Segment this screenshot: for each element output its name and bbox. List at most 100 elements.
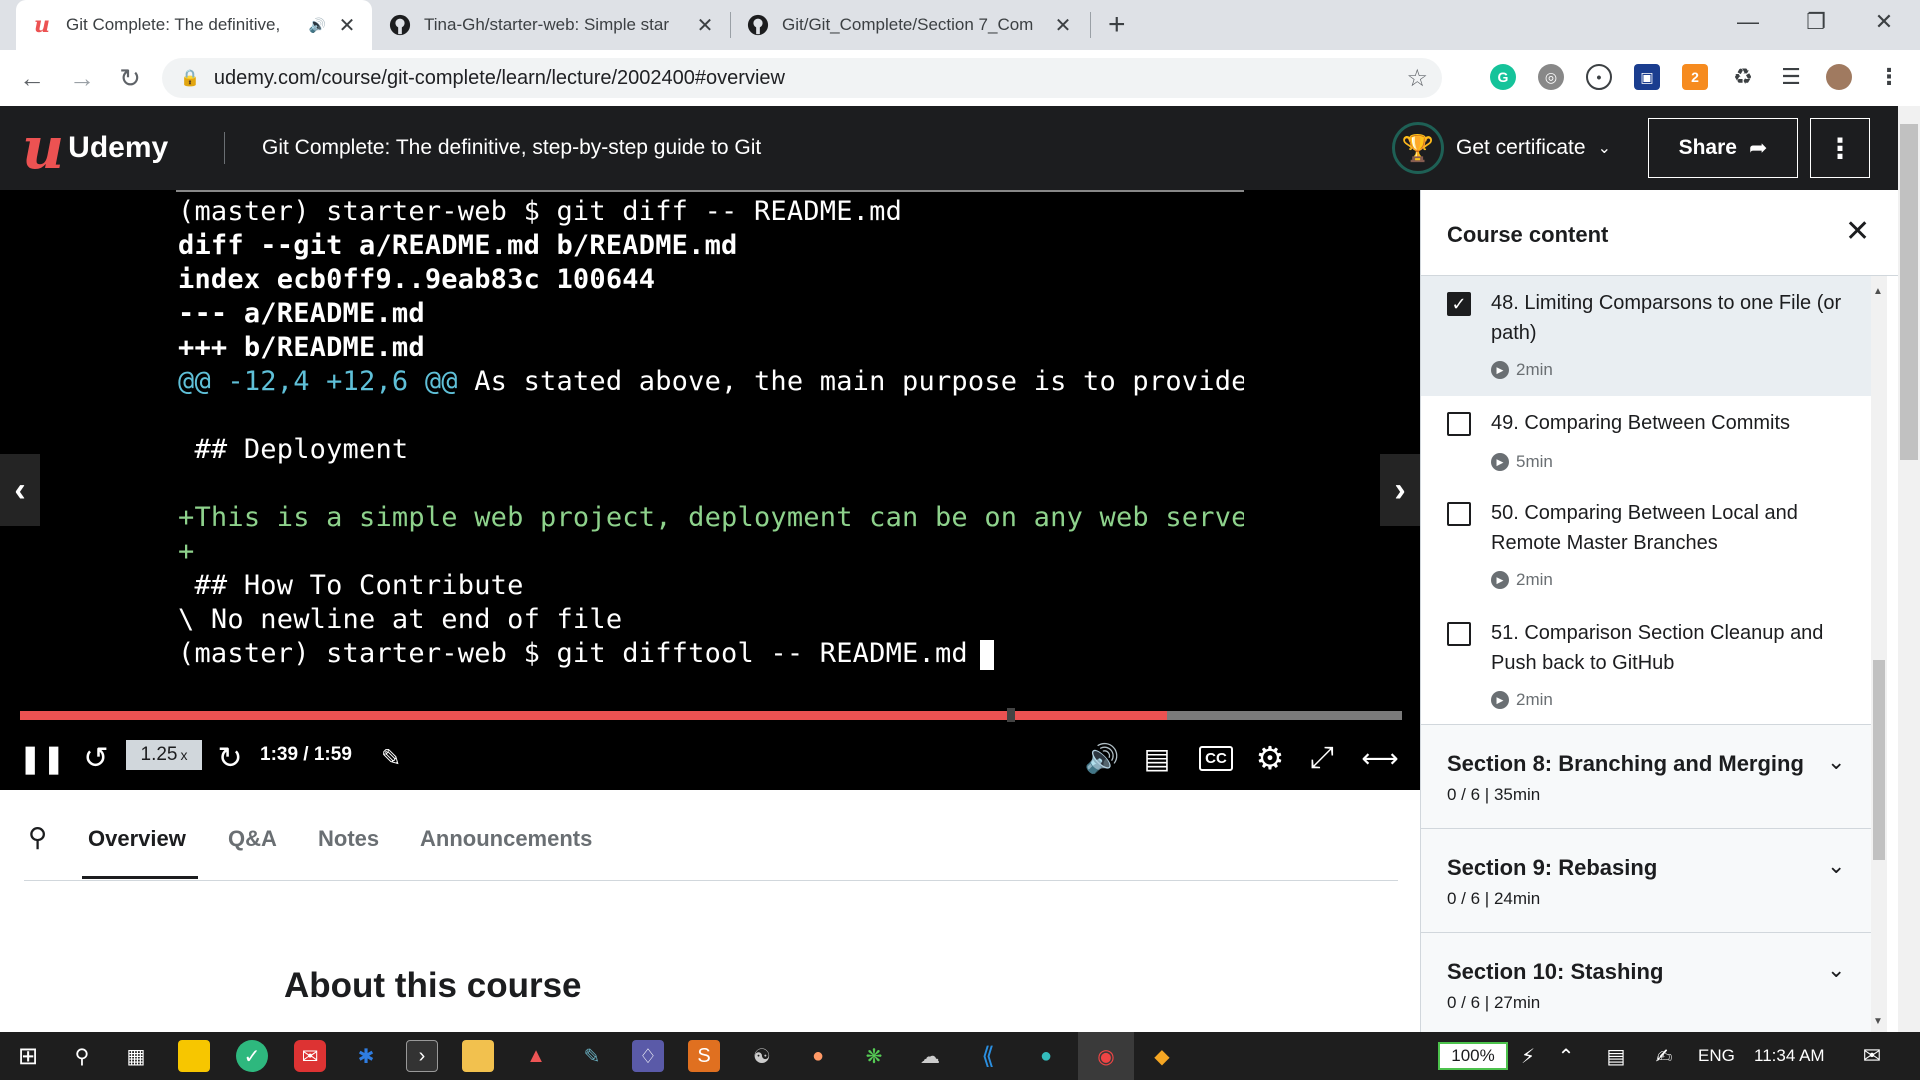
video-player[interactable]: (master) starter-web $ git diff -- READM… (0, 190, 1420, 790)
close-tab-icon[interactable]: ✕ (694, 13, 716, 38)
sticky-notes-icon[interactable] (178, 1040, 210, 1072)
tab-qa[interactable]: Q&A (228, 826, 277, 852)
battery-indicator[interactable]: 100% (1438, 1042, 1508, 1070)
bluetooth-icon[interactable]: ✱ (350, 1040, 382, 1072)
app-icon[interactable]: ✎ (576, 1040, 608, 1072)
sublime-text-icon[interactable]: S (688, 1040, 720, 1072)
globe-icon[interactable]: ◎ (1538, 64, 1564, 90)
add-note-icon[interactable]: ✎ (376, 738, 406, 778)
lock-icon[interactable]: 🔒 (180, 68, 200, 88)
video-progress-bar[interactable] (20, 708, 1402, 722)
power-plug-icon[interactable]: ⚡ (1512, 1040, 1544, 1072)
lecture-checkbox[interactable] (1447, 622, 1471, 646)
browser-tab-github-2[interactable]: Git/Git_Complete/Section 7_Com ✕ (732, 0, 1088, 50)
chevron-down-icon[interactable]: ⌄ (1827, 749, 1845, 775)
firefox-icon[interactable]: ● (802, 1040, 834, 1072)
playback-speed-button[interactable]: 1.25 x (126, 740, 202, 770)
search-icon[interactable]: ⚲ (66, 1040, 98, 1072)
vscode-icon[interactable]: ⟪ (972, 1040, 1004, 1072)
lecture-item[interactable]: 49. Comparing Between Commits ▶ 5min (1421, 396, 1871, 486)
lecture-item[interactable]: ✓ 48. Limiting Comparsons to one File (o… (1421, 276, 1871, 396)
page-scrollbar-thumb[interactable] (1900, 124, 1918, 460)
section-stashing[interactable]: Section 10: Stashing 0 / 6 | 27min ⌄ (1421, 932, 1871, 1032)
udemy-logo[interactable]: u Udemy (22, 119, 168, 177)
tab-overview[interactable]: Overview (88, 826, 186, 852)
scroll-up-icon[interactable]: ▲ (1873, 286, 1883, 297)
task-view-icon[interactable]: ▦ (120, 1040, 152, 1072)
matlab-icon[interactable]: ▲ (520, 1040, 552, 1072)
close-window-button[interactable]: ✕ (1852, 0, 1916, 44)
fullscreen-icon[interactable]: ⤢ (1304, 738, 1340, 778)
terminal-app-icon[interactable]: › (406, 1040, 438, 1072)
grammarly-icon[interactable]: G (1490, 64, 1516, 90)
captions-button[interactable]: CC (1196, 738, 1236, 778)
tab-announcements[interactable]: Announcements (420, 826, 592, 852)
close-icon[interactable]: ✕ (1845, 214, 1870, 249)
reload-icon[interactable]: ↻ (114, 62, 146, 94)
course-title[interactable]: Git Complete: The definitive, step-by-st… (262, 136, 761, 160)
back-icon[interactable]: ← (16, 62, 48, 94)
lecture-item[interactable]: 51. Comparison Section Cleanup and Push … (1421, 606, 1871, 724)
minimize-button[interactable]: — (1716, 0, 1780, 44)
bookmark-star-icon[interactable]: ☆ (1406, 64, 1428, 93)
browser-tab-udemy[interactable]: u Git Complete: The definitive, 🔊 ✕ (16, 0, 372, 50)
settings-gear-icon[interactable]: ⚙ (1252, 738, 1288, 778)
app-icon[interactable]: ❋ (858, 1040, 890, 1072)
sidebar-scrollbar-thumb[interactable] (1873, 660, 1885, 860)
app-icon[interactable]: ☁ (914, 1040, 946, 1072)
app-icon[interactable]: ✓ (236, 1040, 268, 1072)
avatar[interactable] (1826, 64, 1852, 90)
progress-handle[interactable] (1007, 708, 1016, 722)
chevron-down-icon[interactable]: ⌄ (1827, 853, 1845, 879)
extension-badge-icon[interactable]: 2 (1682, 64, 1708, 90)
app-icon[interactable]: ♢ (632, 1040, 664, 1072)
pen-icon[interactable]: ✍ (1648, 1040, 1680, 1072)
chrome-icon[interactable]: ◉ (1090, 1040, 1122, 1072)
get-certificate-button[interactable]: 🏆 Get certificate ⌄ (1392, 122, 1611, 174)
sidebar-scrollbar[interactable] (1871, 276, 1887, 1032)
address-bar[interactable]: 🔒 udemy.com/course/git-complete/learn/le… (162, 58, 1442, 98)
search-icon[interactable]: ⚲ (28, 822, 47, 853)
scroll-down-icon[interactable]: ▼ (1873, 1016, 1883, 1027)
file-explorer-icon[interactable] (462, 1040, 494, 1072)
transcript-icon[interactable]: ▤ (1140, 738, 1174, 778)
windows-start-icon[interactable]: ⊞ (12, 1040, 44, 1072)
maximize-button[interactable]: ❐ (1784, 0, 1848, 44)
lecture-checkbox[interactable]: ✓ (1447, 292, 1471, 316)
next-lecture-button[interactable]: › (1380, 454, 1420, 526)
mail-app-icon[interactable]: ✉ (294, 1040, 326, 1072)
share-button[interactable]: Share ➦ (1648, 118, 1798, 178)
clock[interactable]: 11:34 AM (1754, 1046, 1825, 1066)
git-icon[interactable]: ◆ (1146, 1040, 1178, 1072)
notifications-icon[interactable]: ✉ (1856, 1040, 1888, 1072)
section-branching[interactable]: Section 8: Branching and Merging 0 / 6 |… (1421, 724, 1871, 828)
browser-tab-github-1[interactable]: Tina-Gh/starter-web: Simple star ✕ (374, 0, 730, 50)
lecture-checkbox[interactable] (1447, 412, 1471, 436)
chevron-up-icon[interactable]: ⌃ (1550, 1040, 1582, 1072)
speaker-icon[interactable]: 🔊 (309, 17, 326, 34)
screen-icon[interactable]: ▣ (1634, 64, 1660, 90)
network-icon[interactable]: ▤ (1600, 1040, 1632, 1072)
lecture-checkbox[interactable] (1447, 502, 1471, 526)
close-tab-icon[interactable]: ✕ (1052, 13, 1074, 38)
app-icon[interactable]: ☯ (746, 1040, 778, 1072)
new-tab-button[interactable]: + (1108, 10, 1126, 40)
puzzle-icon[interactable]: ♻ (1730, 64, 1756, 90)
extension-icon[interactable]: • (1586, 64, 1612, 90)
lecture-item[interactable]: 50. Comparing Between Local and Remote M… (1421, 486, 1871, 606)
forward-icon[interactable]: → (66, 62, 98, 94)
tab-notes[interactable]: Notes (318, 826, 379, 852)
language-indicator[interactable]: ENG (1698, 1046, 1735, 1066)
volume-icon[interactable]: 🔊 (1084, 738, 1120, 778)
previous-lecture-button[interactable]: ‹ (0, 454, 40, 526)
chevron-down-icon[interactable]: ⌄ (1827, 957, 1845, 983)
section-rebasing[interactable]: Section 9: Rebasing 0 / 6 | 24min ⌄ (1421, 828, 1871, 932)
expand-width-icon[interactable]: ⟷ (1358, 738, 1402, 778)
more-options-button[interactable]: ⋮ (1810, 118, 1870, 178)
forward-icon[interactable]: ↻ (212, 738, 248, 778)
close-tab-icon[interactable]: ✕ (336, 13, 358, 38)
pause-icon[interactable]: ❚❚ (19, 738, 66, 778)
browser-menu-icon[interactable]: ⋮ (1876, 64, 1902, 90)
edge-icon[interactable]: ● (1030, 1040, 1062, 1072)
rewind-icon[interactable]: ↺ (78, 738, 114, 778)
